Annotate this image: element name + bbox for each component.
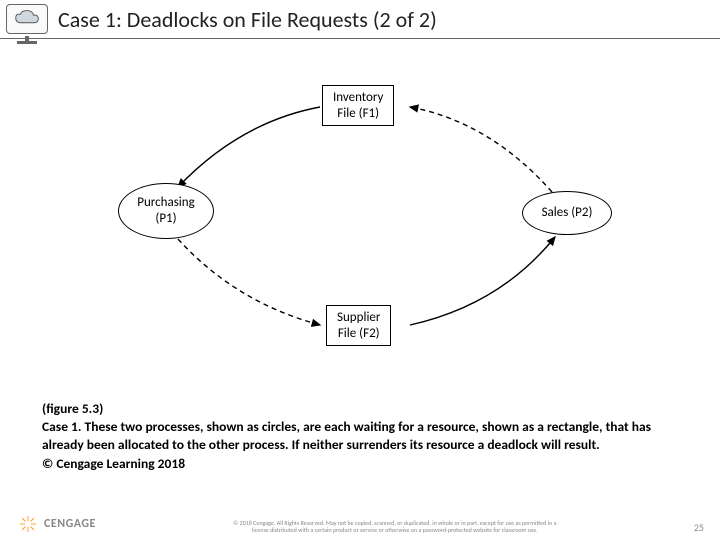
node-inventory-file: Inventory File (F1)	[322, 85, 394, 126]
brand-text: CENGAGE	[44, 517, 96, 531]
node-label: File (F1)	[337, 106, 379, 121]
node-label: (P1)	[155, 211, 176, 226]
slide-footer: CENGAGE © 2018 Cengage. All Rights Reser…	[0, 514, 720, 534]
node-supplier-file: Supplier File (F2)	[326, 305, 391, 346]
node-label: Sales (P2)	[542, 205, 593, 221]
node-label: File (F2)	[338, 326, 380, 341]
node-purchasing-p1: Purchasing (P1)	[118, 183, 214, 239]
deadlock-diagram: Inventory File (F1) Supplier File (F2) P…	[0, 67, 720, 387]
node-label: Supplier	[337, 310, 380, 325]
page-number: 25	[694, 521, 704, 534]
starburst-icon	[18, 514, 38, 534]
slide-title: Case 1: Deadlocks on File Requests (2 of…	[58, 6, 437, 33]
node-sales-p2: Sales (P2)	[522, 191, 612, 235]
caption-body: Case 1. These two processes, shown as ci…	[42, 418, 651, 453]
figure-number: (figure 5.3)	[42, 400, 103, 417]
slide-header: Case 1: Deadlocks on File Requests (2 of…	[0, 0, 720, 39]
cloud-monitor-icon	[6, 4, 48, 34]
node-label: Purchasing	[137, 195, 194, 210]
brand-logo: CENGAGE	[18, 514, 96, 534]
caption-credit: © Cengage Learning 2018	[42, 455, 185, 472]
node-label: Inventory	[333, 90, 383, 105]
copyright-text: © 2018 Cengage. All Rights Reserved. May…	[96, 520, 694, 534]
figure-caption: (figure 5.3) Case 1. These two processes…	[42, 400, 680, 473]
